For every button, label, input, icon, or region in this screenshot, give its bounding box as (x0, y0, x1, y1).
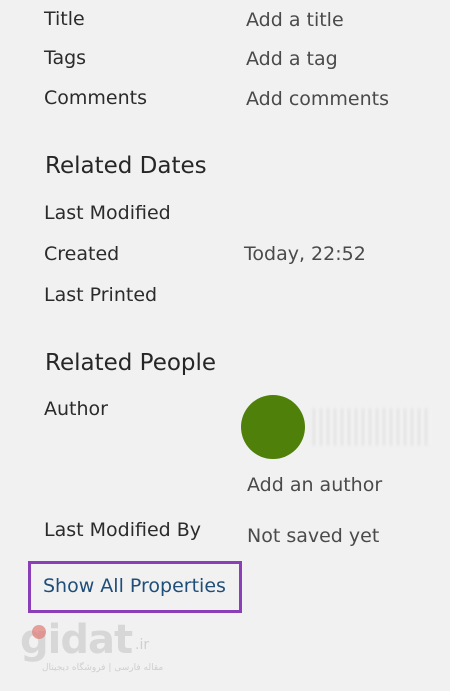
comments-field[interactable]: Add comments (246, 88, 389, 110)
related-dates-heading: Related Dates (45, 153, 207, 179)
add-author-field[interactable]: Add an author (247, 474, 382, 496)
tags-label: Tags (44, 47, 87, 69)
watermark-suffix: .ir (135, 637, 150, 653)
last-modified-by-value: Not saved yet (247, 525, 380, 547)
title-label: Title (44, 8, 85, 30)
watermark-dot-icon (32, 625, 46, 639)
watermark-tagline: مقاله فارسی | فروشگاه دیجیتال (42, 663, 164, 673)
created-label: Created (44, 243, 120, 265)
author-label: Author (44, 398, 108, 420)
last-printed-label: Last Printed (44, 284, 158, 306)
watermark-logo: gidat .ir مقاله فارسی | فروشگاه دیجیتال (14, 617, 164, 677)
last-modified-by-label: Last Modified By (44, 519, 202, 541)
created-value: Today, 22:52 (244, 243, 366, 265)
show-all-properties-link[interactable]: Show All Properties (43, 575, 226, 597)
watermark-logo-text: gidat (20, 617, 133, 663)
author-avatar[interactable] (241, 395, 305, 459)
title-field[interactable]: Add a title (246, 9, 344, 31)
comments-label: Comments (44, 87, 147, 109)
last-modified-label: Last Modified (44, 202, 171, 224)
related-people-heading: Related People (45, 350, 217, 376)
tags-field[interactable]: Add a tag (246, 48, 338, 70)
author-name-redacted (312, 408, 430, 446)
